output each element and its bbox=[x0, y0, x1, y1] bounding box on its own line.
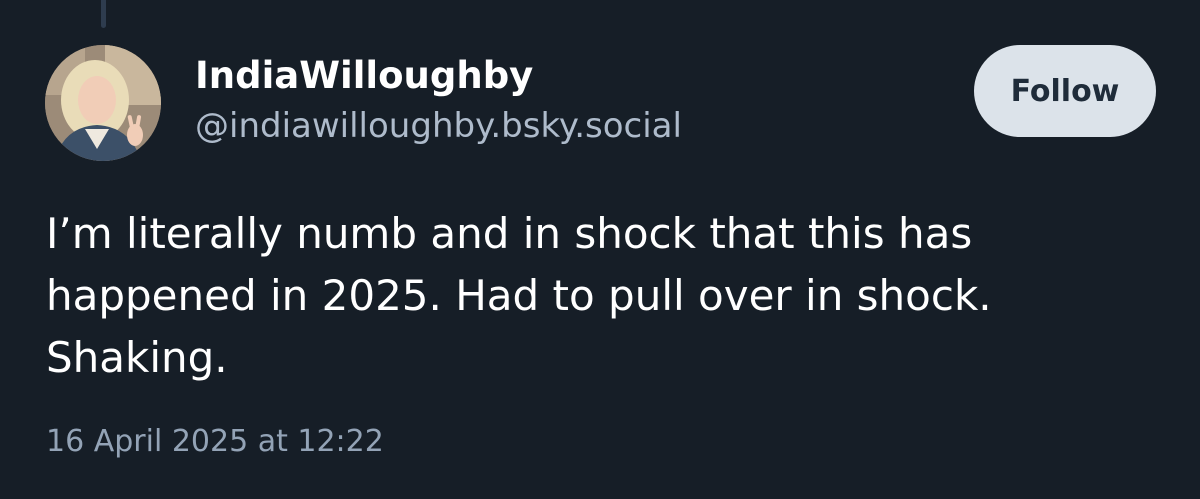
avatar-photo-icon bbox=[45, 45, 161, 161]
post-text-line: I’m literally numb and in shock that thi… bbox=[46, 209, 973, 258]
avatar[interactable] bbox=[45, 45, 161, 161]
post-text-line: happened in 2025. Had to pull over in sh… bbox=[46, 271, 992, 320]
author-handle[interactable]: @indiawilloughby.bsky.social bbox=[195, 100, 682, 152]
post-author[interactable]: IndiaWilloughby @indiawilloughby.bsky.so… bbox=[195, 52, 682, 152]
post-text-line: Shaking. bbox=[46, 333, 228, 382]
author-display-name[interactable]: IndiaWilloughby bbox=[195, 52, 682, 100]
post-timestamp[interactable]: 16 April 2025 at 12:22 bbox=[46, 424, 384, 459]
post-text: I’m literally numb and in shock that thi… bbox=[46, 203, 1166, 389]
follow-button[interactable]: Follow bbox=[974, 45, 1156, 137]
thread-connector-line bbox=[101, 0, 106, 28]
